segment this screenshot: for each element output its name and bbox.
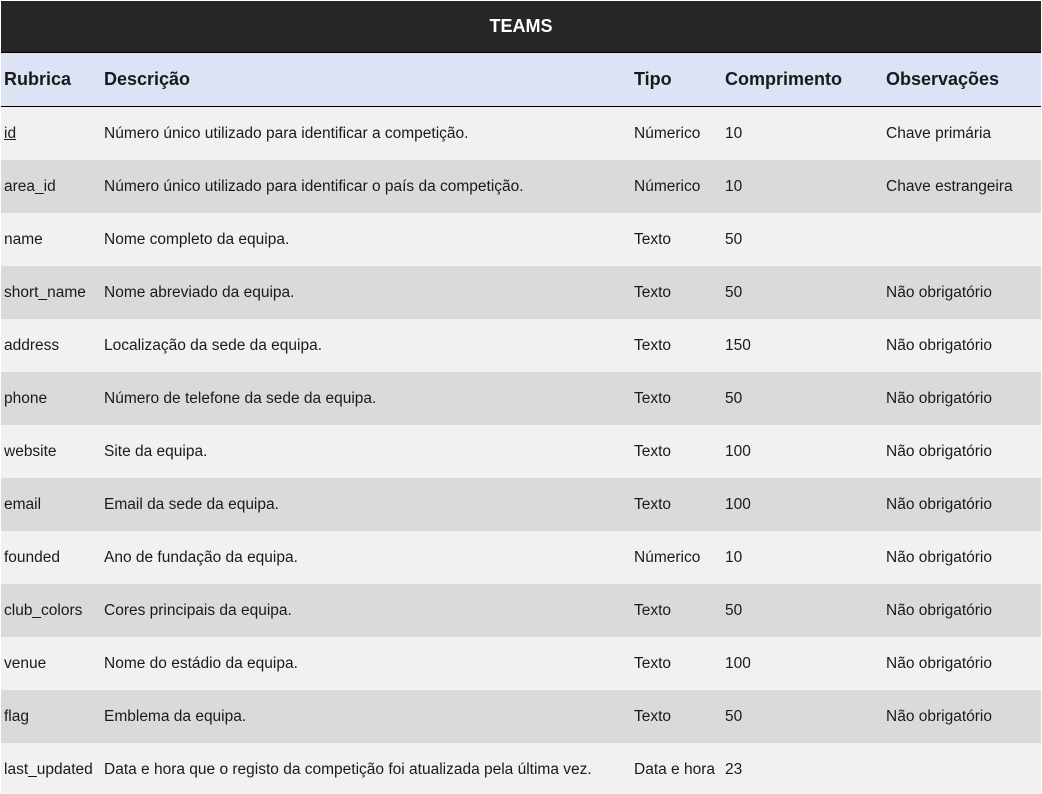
table-row[interactable]: short_name Nome abreviado da equipa. Tex… bbox=[1, 266, 1041, 319]
cell-tipo: Texto bbox=[634, 336, 672, 354]
table-header-row: Rubrica Descrição Tipo Comprimento Obser… bbox=[1, 53, 1041, 107]
table-row[interactable]: venue Nome do estádio da equipa. Texto 1… bbox=[1, 637, 1041, 690]
header-comprimento: Comprimento bbox=[725, 69, 842, 89]
cell-descricao: Email da sede da equipa. bbox=[104, 495, 279, 513]
cell-rubrica: website bbox=[4, 442, 57, 460]
cell-descricao: Data e hora que o registo da competição … bbox=[104, 760, 592, 778]
cell-comprimento: 100 bbox=[725, 654, 751, 672]
cell-tipo: Texto bbox=[634, 230, 672, 248]
cell-comprimento: 50 bbox=[725, 707, 743, 725]
cell-tipo: Data e hora bbox=[634, 760, 715, 778]
cell-observacoes: Não obrigatório bbox=[886, 336, 992, 354]
data-dictionary-sheet: TEAMS Rubrica Descrição Tipo Comprimento… bbox=[0, 0, 1042, 794]
cell-rubrica: venue bbox=[4, 654, 47, 672]
cell-rubrica: name bbox=[4, 230, 43, 248]
cell-rubrica: club_colors bbox=[4, 601, 83, 619]
cell-observacoes: Não obrigatório bbox=[886, 707, 992, 725]
cell-tipo: Texto bbox=[634, 389, 672, 407]
table-row[interactable]: phone Número de telefone da sede da equi… bbox=[1, 372, 1041, 425]
cell-observacoes: Não obrigatório bbox=[886, 442, 992, 460]
cell-descricao: Ano de fundação da equipa. bbox=[104, 548, 298, 566]
cell-comprimento: 50 bbox=[725, 283, 743, 301]
cell-descricao: Número único utilizado para identificar … bbox=[104, 124, 469, 142]
cell-descricao: Nome completo da equipa. bbox=[104, 230, 290, 248]
table-row[interactable]: club_colors Cores principais da equipa. … bbox=[1, 584, 1041, 637]
table-row[interactable]: last_updated Data e hora que o registo d… bbox=[1, 743, 1041, 794]
cell-comprimento: 50 bbox=[725, 389, 743, 407]
table-row[interactable]: area_id Número único utilizado para iden… bbox=[1, 160, 1041, 213]
cell-observacoes: Chave estrangeira bbox=[886, 177, 1013, 195]
cell-tipo: Texto bbox=[634, 707, 672, 725]
table-row[interactable]: name Nome completo da equipa. Texto 50 bbox=[1, 213, 1041, 266]
cell-observacoes: Não obrigatório bbox=[886, 548, 992, 566]
cell-tipo: Númerico bbox=[634, 177, 701, 195]
cell-observacoes: Não obrigatório bbox=[886, 654, 992, 672]
cell-comprimento: 50 bbox=[725, 230, 743, 248]
table-body: id Número único utilizado para identific… bbox=[1, 107, 1041, 794]
cell-descricao: Nome do estádio da equipa. bbox=[104, 654, 298, 672]
cell-rubrica: last_updated bbox=[4, 760, 93, 778]
cell-rubrica: address bbox=[4, 336, 60, 354]
table-row[interactable]: email Email da sede da equipa. Texto 100… bbox=[1, 478, 1041, 531]
cell-comprimento: 150 bbox=[725, 336, 751, 354]
cell-tipo: Texto bbox=[634, 601, 672, 619]
cell-comprimento: 100 bbox=[725, 442, 751, 460]
cell-observacoes: Não obrigatório bbox=[886, 601, 992, 619]
cell-rubrica: email bbox=[4, 495, 42, 513]
cell-rubrica: id bbox=[4, 124, 17, 142]
cell-comprimento: 10 bbox=[725, 548, 743, 566]
cell-descricao: Número único utilizado para identificar … bbox=[104, 177, 524, 195]
cell-descricao: Número de telefone da sede da equipa. bbox=[104, 389, 377, 407]
cell-comprimento: 23 bbox=[725, 760, 743, 778]
cell-descricao: Site da equipa. bbox=[104, 442, 208, 460]
table-row[interactable]: address Localização da sede da equipa. T… bbox=[1, 319, 1041, 372]
cell-descricao: Localização da sede da equipa. bbox=[104, 336, 323, 354]
table-row[interactable]: website Site da equipa. Texto 100 Não ob… bbox=[1, 425, 1041, 478]
header-rubrica: Rubrica bbox=[4, 69, 72, 89]
cell-comprimento: 50 bbox=[725, 601, 743, 619]
table-row[interactable]: flag Emblema da equipa. Texto 50 Não obr… bbox=[1, 690, 1041, 743]
header-tipo: Tipo bbox=[634, 69, 672, 89]
cell-tipo: Texto bbox=[634, 495, 672, 513]
cell-rubrica: area_id bbox=[4, 177, 56, 195]
table-title: TEAMS bbox=[1, 1, 1041, 53]
cell-tipo: Númerico bbox=[634, 548, 701, 566]
cell-comprimento: 10 bbox=[725, 177, 743, 195]
cell-rubrica: founded bbox=[4, 548, 61, 566]
cell-tipo: Texto bbox=[634, 654, 672, 672]
cell-observacoes: Não obrigatório bbox=[886, 389, 992, 407]
cell-comprimento: 100 bbox=[725, 495, 751, 513]
table-row[interactable]: id Número único utilizado para identific… bbox=[1, 107, 1041, 160]
cell-rubrica: flag bbox=[4, 707, 29, 725]
cell-comprimento: 10 bbox=[725, 124, 743, 142]
table-row[interactable]: founded Ano de fundação da equipa. Númer… bbox=[1, 531, 1041, 584]
cell-descricao: Emblema da equipa. bbox=[104, 707, 247, 725]
cell-observacoes: Não obrigatório bbox=[886, 283, 992, 301]
cell-rubrica: phone bbox=[4, 389, 48, 407]
cell-descricao: Cores principais da equipa. bbox=[104, 601, 292, 619]
cell-observacoes: Não obrigatório bbox=[886, 495, 992, 513]
header-observacoes: Observações bbox=[886, 69, 1000, 89]
cell-descricao: Nome abreviado da equipa. bbox=[104, 283, 295, 301]
header-descricao: Descrição bbox=[104, 69, 191, 89]
cell-rubrica: short_name bbox=[4, 283, 86, 301]
cell-tipo: Texto bbox=[634, 442, 672, 460]
cell-tipo: Texto bbox=[634, 283, 672, 301]
cell-tipo: Númerico bbox=[634, 124, 701, 142]
cell-observacoes: Chave primária bbox=[886, 124, 992, 142]
